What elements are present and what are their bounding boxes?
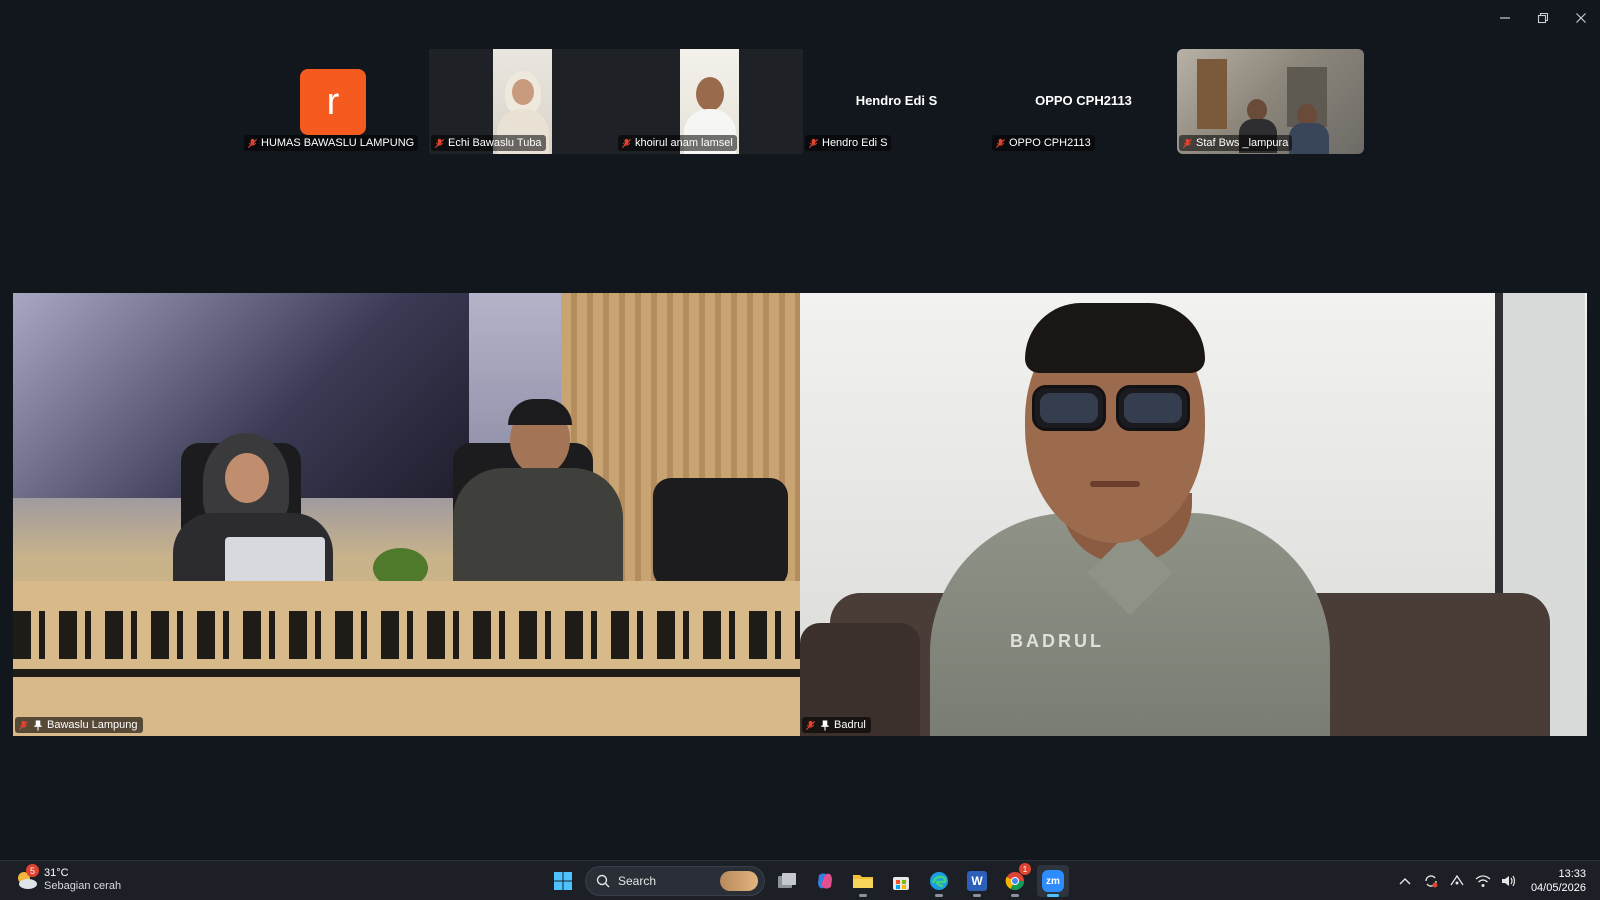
muted-mic-icon xyxy=(805,720,816,730)
taskbar-apps: Search W 1 zm xyxy=(547,863,1069,897)
word-icon: W xyxy=(967,871,987,891)
zoom-button[interactable]: zm xyxy=(1037,865,1069,897)
muted-mic-icon xyxy=(1182,138,1193,148)
participant-name: Bawaslu Lampung xyxy=(47,719,138,731)
edge-button[interactable] xyxy=(923,865,955,897)
participant-name: khoirul anam lamsel xyxy=(635,137,733,149)
participant-tile[interactable]: Hendro Edi S Hendro Edi S xyxy=(803,49,990,154)
weather-widget[interactable]: 5 31°C Sebagian cerah xyxy=(14,864,122,893)
participant-label: Echi Bawaslu Tuba xyxy=(431,135,546,151)
notification-badge: 1 xyxy=(1019,863,1031,875)
show-hidden-icons-button[interactable] xyxy=(1395,871,1415,891)
muted-mic-icon xyxy=(434,138,445,148)
restore-button[interactable] xyxy=(1524,0,1562,36)
main-gallery: Bawaslu Lampung BADRUL Badrul xyxy=(13,293,1587,736)
participant-label: Hendro Edi S xyxy=(805,135,892,151)
participant-display-name: OPPO CPH2113 xyxy=(1035,93,1132,108)
vpn-icon xyxy=(1450,874,1464,886)
zoom-meeting-window: r HUMAS BAWASLU LAMPUNG Echi Bawaslu Tub… xyxy=(0,0,1600,900)
store-icon xyxy=(893,877,909,890)
copilot-icon xyxy=(818,873,832,889)
taskbar: 5 31°C Sebagian cerah Search W 1 zm 13:3… xyxy=(0,860,1600,900)
weather-description: Sebagian cerah xyxy=(44,880,122,892)
participant-name: Echi Bawaslu Tuba xyxy=(448,137,542,149)
weather-temperature: 31°C xyxy=(44,867,69,879)
chevron-up-icon xyxy=(1399,878,1411,885)
system-tray: 13:33 04/05/2026 xyxy=(1395,865,1586,897)
search-highlight-icon xyxy=(720,871,758,891)
system-clock[interactable]: 13:33 04/05/2026 xyxy=(1531,867,1586,895)
clock-time: 13:33 xyxy=(1558,868,1586,880)
taskbar-search[interactable]: Search xyxy=(585,866,765,896)
clock-date: 04/05/2026 xyxy=(1530,882,1586,894)
close-button[interactable] xyxy=(1562,0,1600,36)
search-icon xyxy=(596,874,610,888)
network-tray-button[interactable] xyxy=(1447,871,1467,891)
participant-label: Badrul xyxy=(802,717,871,733)
muted-mic-icon xyxy=(995,138,1006,148)
participant-label: HUMAS BAWASLU LAMPUNG xyxy=(244,135,419,151)
muted-mic-icon xyxy=(808,138,819,148)
file-explorer-icon xyxy=(853,875,873,888)
volume-tray-button[interactable] xyxy=(1499,871,1519,891)
muted-mic-icon xyxy=(247,138,258,148)
participant-name: OPPO CPH2113 xyxy=(1009,137,1091,149)
task-view-icon xyxy=(778,873,796,888)
participant-label: khoirul anam lamsel xyxy=(618,135,737,151)
sync-tray-button[interactable] xyxy=(1421,871,1441,891)
participant-strip: r HUMAS BAWASLU LAMPUNG Echi Bawaslu Tub… xyxy=(242,49,1364,154)
file-explorer-button[interactable] xyxy=(847,865,879,897)
search-placeholder: Search xyxy=(618,874,657,888)
participant-label: Staf Bws _lampura xyxy=(1179,135,1293,151)
copilot-button[interactable] xyxy=(809,865,841,897)
store-button[interactable] xyxy=(885,865,917,897)
participant-name: Staf Bws _lampura xyxy=(1196,137,1289,149)
avatar: r xyxy=(300,69,366,135)
participant-name: Hendro Edi S xyxy=(822,137,888,149)
wifi-icon xyxy=(1475,875,1491,887)
volume-icon xyxy=(1501,875,1516,887)
participant-tile[interactable]: Staf Bws _lampura xyxy=(1177,49,1364,154)
word-button[interactable]: W xyxy=(961,865,993,897)
muted-mic-icon xyxy=(621,138,632,148)
shirt-name-tag: BADRUL xyxy=(1010,631,1104,651)
participant-label: OPPO CPH2113 xyxy=(992,135,1095,151)
muted-mic-icon xyxy=(18,720,29,730)
pin-icon xyxy=(821,719,829,731)
task-view-button[interactable] xyxy=(771,865,803,897)
minimize-icon xyxy=(1500,17,1510,19)
start-button[interactable] xyxy=(547,865,579,897)
main-video-tile[interactable]: Bawaslu Lampung xyxy=(13,293,800,736)
minimize-button[interactable] xyxy=(1486,0,1524,36)
close-icon xyxy=(1576,13,1586,23)
participant-tile[interactable]: OPPO CPH2113 OPPO CPH2113 xyxy=(990,49,1177,154)
windows-start-icon xyxy=(554,872,572,890)
window-controls xyxy=(1486,0,1600,36)
participant-tile[interactable]: Echi Bawaslu Tuba xyxy=(429,49,616,154)
participant-tile[interactable]: khoirul anam lamsel xyxy=(616,49,803,154)
wifi-tray-button[interactable] xyxy=(1473,871,1493,891)
weather-badge: 5 xyxy=(26,864,39,877)
chrome-button[interactable]: 1 xyxy=(999,863,1031,897)
pin-icon xyxy=(34,719,42,731)
participant-name: HUMAS BAWASLU LAMPUNG xyxy=(261,137,415,149)
participant-display-name: Hendro Edi S xyxy=(855,93,938,108)
edge-icon xyxy=(930,872,948,890)
partly-sunny-icon: 5 xyxy=(14,864,39,892)
participant-label: Bawaslu Lampung xyxy=(15,717,143,733)
participant-tile[interactable]: r HUMAS BAWASLU LAMPUNG xyxy=(242,49,429,154)
participant-name: Badrul xyxy=(834,719,866,731)
restore-icon xyxy=(1537,12,1549,24)
zoom-icon: zm xyxy=(1042,870,1064,892)
sync-icon xyxy=(1425,875,1438,888)
main-video-tile[interactable]: BADRUL Badrul xyxy=(800,293,1587,736)
